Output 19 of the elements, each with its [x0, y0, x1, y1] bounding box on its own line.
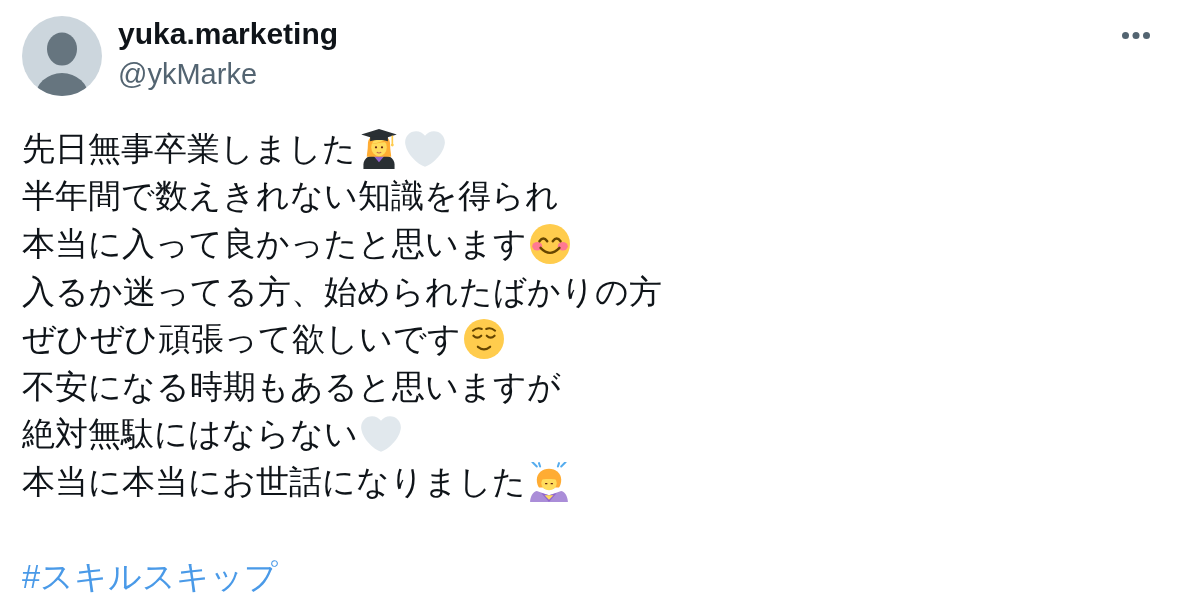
- graduate-woman-icon: [359, 128, 399, 169]
- tweet-text-line: 本当に本当にお世話になりました: [22, 461, 526, 502]
- tweet-text-line: ぜひぜひ頑張って欲しいです: [22, 319, 461, 360]
- heart-icon: [361, 414, 401, 455]
- tweet-text-line: 入るか迷ってる方、始められたばかりの方: [22, 271, 662, 312]
- bowing-woman-icon: [529, 461, 569, 502]
- tweet-text-line: 半年間で数えきれない知識を得られ: [22, 176, 559, 217]
- tweet-text-line: 本当に入って良かったと思います: [22, 224, 527, 264]
- display-name[interactable]: yuka.marketing: [118, 16, 339, 52]
- tweet-text-line: 先日無事卒業しました: [22, 128, 356, 169]
- tweet-text-line: 絶対無駄にはならない: [22, 414, 358, 455]
- tweet-text-line: 不安になる時期もあると思いますが: [22, 366, 561, 407]
- more-icon: [1122, 32, 1150, 39]
- avatar-placeholder[interactable]: [22, 16, 102, 96]
- relieved-face-icon: [464, 319, 504, 360]
- more-button[interactable]: [1122, 32, 1150, 39]
- heart-icon: [405, 128, 445, 169]
- smiling-face-icon: [530, 224, 570, 264]
- user-handle[interactable]: @ykMarke: [118, 57, 339, 91]
